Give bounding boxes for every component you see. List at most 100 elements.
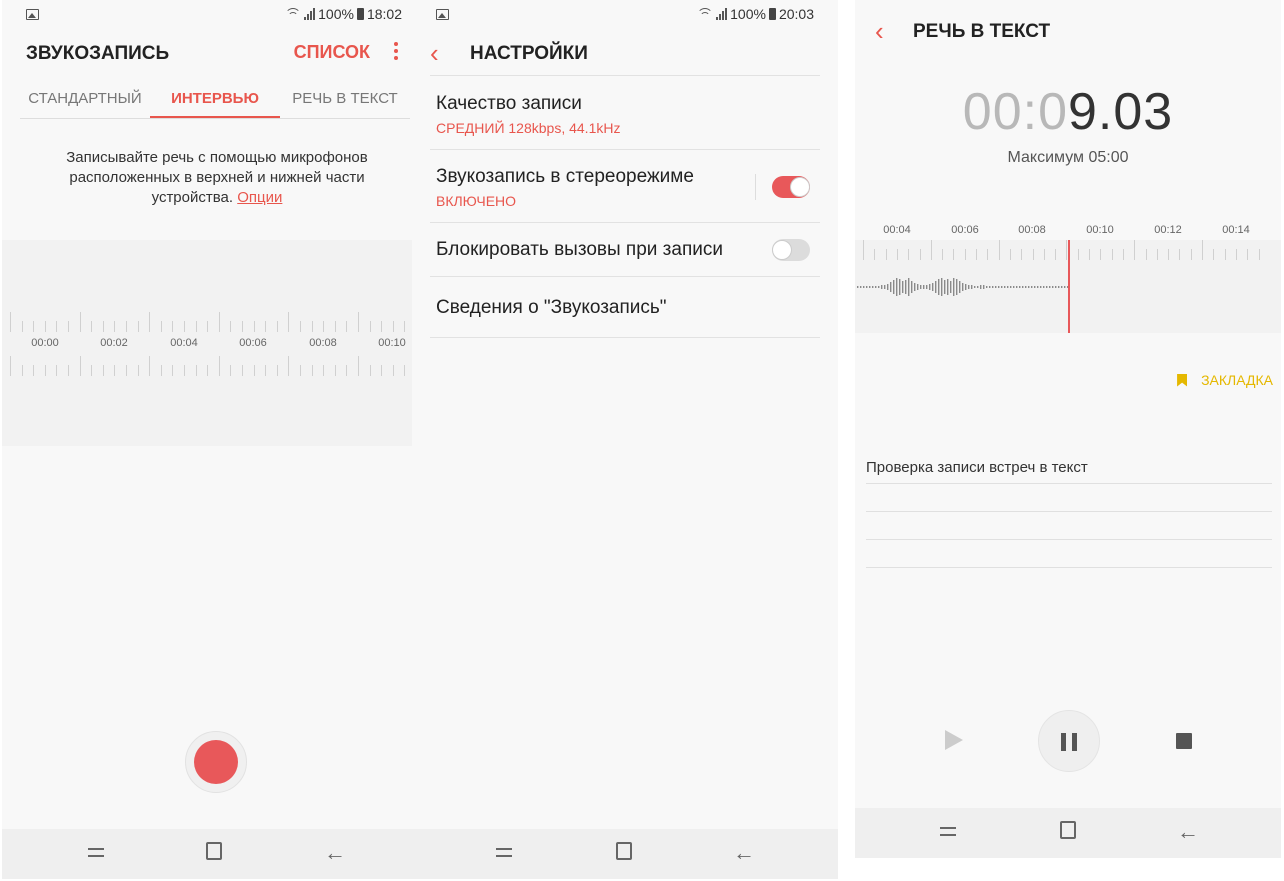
tick-mark <box>1202 240 1203 260</box>
tick-mark <box>1190 249 1192 260</box>
options-link[interactable]: Опции <box>237 189 282 206</box>
waveform-bar <box>881 285 883 289</box>
tick-mark <box>1235 249 1237 260</box>
pause-icon <box>1061 733 1066 751</box>
waveform-bar <box>926 285 928 289</box>
tick-mark <box>381 321 383 332</box>
waveform-bar <box>1025 286 1027 288</box>
tick-mark <box>334 365 336 376</box>
tick-mark <box>369 321 371 332</box>
waveform-bar <box>920 285 922 289</box>
tick-mark <box>218 356 220 376</box>
recent-apps-icon[interactable] <box>493 842 517 864</box>
time-label: 00:04 <box>170 337 198 349</box>
transcript-line <box>866 540 1272 568</box>
clock: 18:02 <box>366 6 402 22</box>
waveform-bar <box>896 278 898 296</box>
signal-icon <box>304 8 316 20</box>
tab-speech-to-text[interactable]: РЕЧЬ В ТЕКСТ <box>280 86 410 118</box>
tick-mark <box>44 321 46 332</box>
waveform-bar <box>977 286 979 288</box>
setting-value: СРЕДНИЙ 128kbps, 44.1kHz <box>436 120 621 136</box>
battery-percent: 100% <box>318 6 354 22</box>
waveform-bar <box>887 284 889 290</box>
tick-mark <box>1156 249 1158 260</box>
waveform-bar <box>986 286 988 288</box>
record-icon <box>194 740 238 784</box>
tick-mark <box>404 321 406 332</box>
gallery-notification-icon <box>436 9 449 20</box>
block-calls-toggle[interactable] <box>772 239 810 261</box>
tick-mark <box>56 321 58 332</box>
list-button[interactable]: СПИСОК <box>294 42 370 63</box>
tick-mark <box>91 321 93 332</box>
setting-about[interactable]: Сведения о "Звукозапись" <box>430 276 820 338</box>
tab-interview[interactable]: ИНТЕРВЬЮ <box>150 86 280 118</box>
wifi-icon <box>285 8 302 20</box>
waveform-bar <box>992 286 994 288</box>
bookmark-button[interactable]: ЗАКЛАДКА <box>1177 372 1273 388</box>
battery-icon <box>768 8 776 20</box>
setting-recording-quality[interactable]: Качество записи СРЕДНИЙ 128kbps, 44.1kHz <box>430 75 820 150</box>
tick-mark <box>300 365 301 376</box>
transcript-line: Проверка записи встреч в текст <box>866 456 1272 484</box>
time-label: 00:08 <box>1018 224 1046 236</box>
tick-mark <box>288 356 290 376</box>
waveform-bar <box>1022 286 1024 288</box>
play-icon[interactable] <box>945 730 963 750</box>
record-button[interactable] <box>185 731 247 793</box>
waveform-bar <box>953 278 955 296</box>
more-options-icon[interactable] <box>394 42 398 62</box>
recent-apps-icon[interactable] <box>85 842 109 864</box>
home-icon[interactable] <box>1060 821 1076 839</box>
back-chevron-icon[interactable]: ‹ <box>430 40 439 66</box>
waveform-bar <box>1028 286 1030 288</box>
tab-standard[interactable]: СТАНДАРТНЫЙ <box>20 86 150 118</box>
waveform-bar <box>890 282 892 292</box>
tick-mark <box>1213 249 1215 260</box>
tick-mark <box>1100 249 1102 260</box>
timeline-labels: 00:00 00:02 00:04 00:06 00:08 00:10 <box>2 337 412 353</box>
home-icon[interactable] <box>616 842 632 860</box>
speech-to-text-screen: ‹ РЕЧЬ В ТЕКСТ 00:09.03 Максимум 05:00 0… <box>855 0 1281 858</box>
tick-mark <box>404 365 406 376</box>
tick-mark <box>276 365 278 376</box>
pause-button[interactable] <box>1038 710 1100 772</box>
waveform-bar <box>962 283 964 291</box>
tick-mark <box>1168 249 1170 260</box>
recent-apps-icon[interactable] <box>937 821 961 843</box>
home-icon[interactable] <box>206 842 222 860</box>
stop-icon[interactable] <box>1176 733 1192 749</box>
waveform-bar <box>941 278 943 296</box>
tick-mark <box>21 365 23 376</box>
waveform-bar <box>884 285 886 289</box>
waveform-area: 00:00 00:02 00:04 00:06 00:08 00:10 <box>2 240 412 446</box>
waveform-bar <box>1016 286 1018 288</box>
back-icon[interactable]: ← <box>732 842 756 864</box>
tick-mark <box>56 365 58 376</box>
setting-stereo-recording[interactable]: Звукозапись в стереорежиме ВКЛЮЧЕНО <box>430 149 820 223</box>
back-icon[interactable]: ← <box>1176 821 1200 843</box>
stereo-toggle[interactable] <box>772 176 810 198</box>
description-line: устройства. <box>151 189 234 206</box>
status-bar: 100% 18:02 <box>2 0 412 30</box>
tick-mark <box>265 321 267 332</box>
back-icon[interactable]: ← <box>323 842 347 864</box>
waveform-bar <box>923 285 925 289</box>
back-chevron-icon[interactable]: ‹ <box>875 18 884 44</box>
timeline-labels: 00:04 00:06 00:08 00:10 00:12 00:14 <box>855 224 1281 238</box>
playhead[interactable] <box>1068 240 1070 333</box>
waveform-bar <box>959 281 961 293</box>
tick-mark <box>392 321 394 332</box>
time-label: 00:02 <box>100 337 128 349</box>
tick-mark <box>300 321 301 332</box>
tick-mark <box>184 365 185 376</box>
transcript-area: Проверка записи встреч в текст <box>866 456 1272 568</box>
tick-mark <box>1122 249 1124 260</box>
waveform-bar <box>938 279 940 295</box>
time-label: 00:12 <box>1154 224 1182 236</box>
setting-block-calls[interactable]: Блокировать вызовы при записи <box>430 222 820 277</box>
tick-mark <box>358 356 359 376</box>
tick-mark <box>68 365 69 376</box>
gallery-notification-icon <box>26 9 39 20</box>
